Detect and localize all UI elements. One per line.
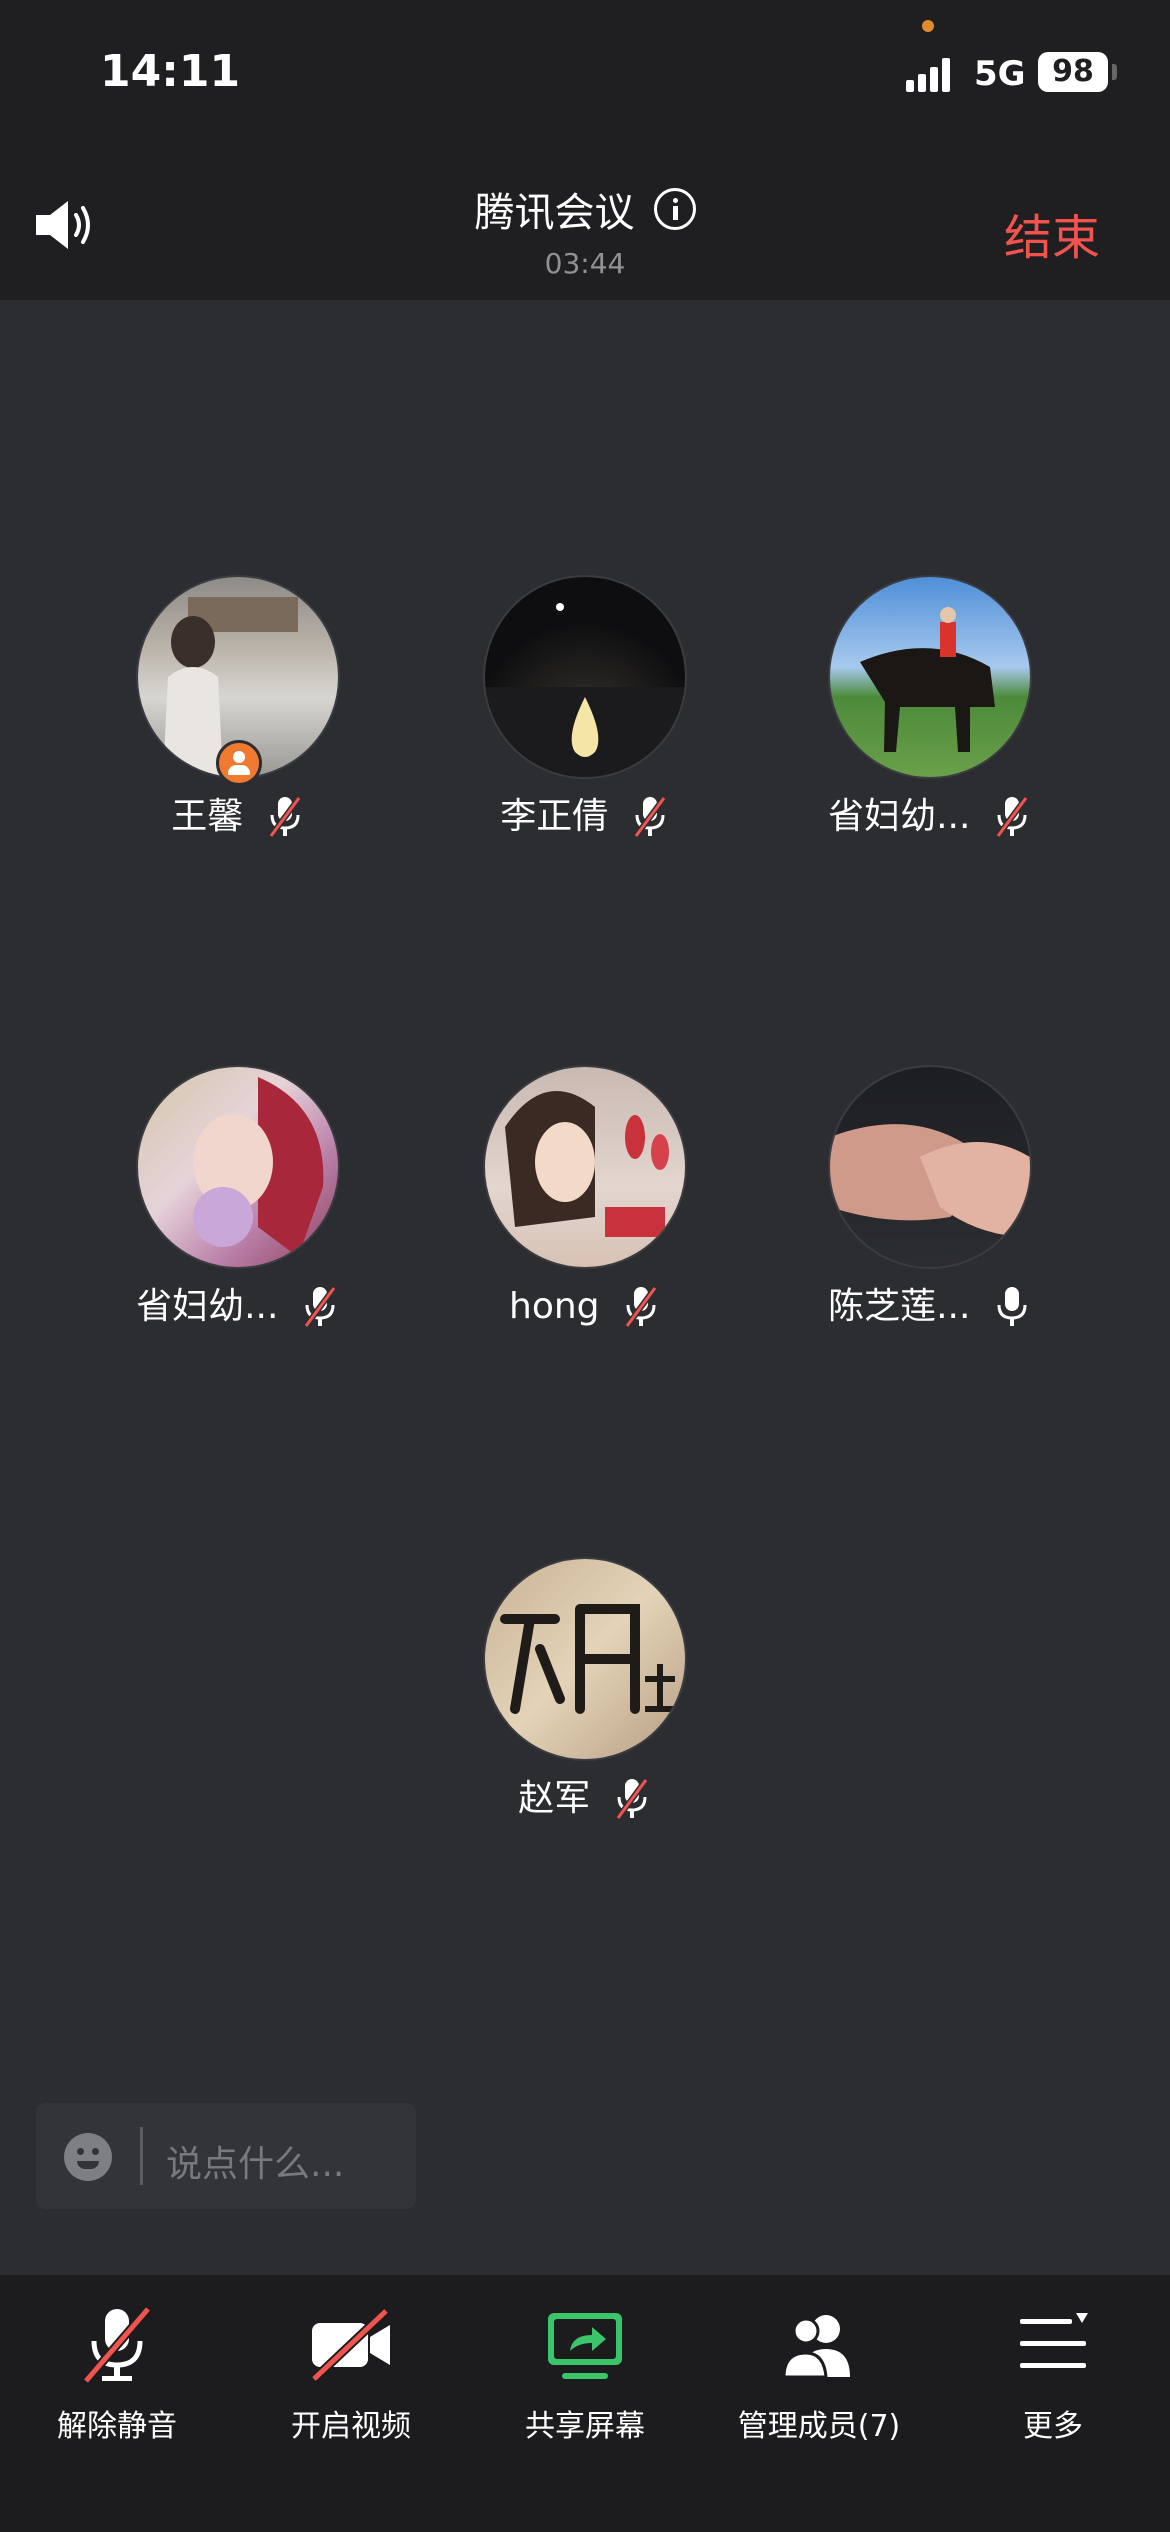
status-bar: 14:11 5G 98 <box>0 0 1170 140</box>
meeting-title-area: 腾讯会议 <box>0 180 1170 238</box>
mic-icon <box>997 1287 1027 1326</box>
participant-name: hong <box>509 1286 600 1327</box>
privacy-indicator-dot <box>922 20 934 32</box>
host-badge-icon <box>216 740 262 786</box>
participant-name-row: 陈芝莲... <box>750 1281 1110 1332</box>
mic-muted-icon <box>303 1286 337 1328</box>
avatar <box>483 1065 687 1269</box>
signal-strength-icon <box>906 58 960 92</box>
unmute-button[interactable]: 解除静音 <box>0 2305 234 2445</box>
participant-name: 陈芝莲... <box>828 1286 971 1327</box>
manage-members-button[interactable]: 管理成员(7) <box>702 2305 936 2445</box>
participant-tile[interactable]: 陈芝莲... <box>750 1065 1110 1332</box>
more-button[interactable]: 更多 <box>936 2305 1170 2445</box>
share-screen-button[interactable]: 共享屏幕 <box>468 2305 702 2445</box>
emoji-icon[interactable] <box>64 2133 112 2181</box>
chat-input[interactable]: 说点什么... <box>36 2103 416 2209</box>
mic-muted-icon <box>615 1778 649 1820</box>
avatar <box>828 1065 1032 1269</box>
participant-name-row: 省妇幼... <box>750 791 1110 842</box>
meeting-header: 腾讯会议 03:44 结束 <box>0 140 1170 300</box>
avatar <box>483 1557 687 1761</box>
members-label: 管理成员(7) <box>737 2409 901 2444</box>
battery-icon: 98 <box>1038 52 1108 92</box>
chat-divider <box>140 2127 143 2185</box>
participant-name-row: 赵军 <box>405 1773 765 1824</box>
battery-tip <box>1112 64 1117 80</box>
participant-name-row: hong <box>405 1281 765 1332</box>
participant-name-row: 李正倩 <box>405 791 765 842</box>
more-menu-icon <box>1020 2313 1088 2368</box>
share-label: 共享屏幕 <box>525 2409 645 2444</box>
status-time: 14:11 <box>100 46 241 97</box>
participant-name: 赵军 <box>518 1778 591 1819</box>
participant-name: 王馨 <box>171 796 244 837</box>
participant-tile[interactable]: 省妇幼... <box>58 1065 418 1332</box>
participant-name-row: 王馨 <box>58 791 418 842</box>
meeting-title: 腾讯会议 <box>474 190 635 236</box>
video-label: 开启视频 <box>291 2409 411 2444</box>
info-icon[interactable] <box>653 188 696 230</box>
participant-tile[interactable]: 赵军 <box>405 1557 765 1824</box>
participant-name: 李正倩 <box>500 796 609 837</box>
participant-name: 省妇幼... <box>828 796 971 837</box>
mic-muted-icon <box>268 796 302 838</box>
mic-muted-icon <box>633 796 667 838</box>
avatar <box>136 1065 340 1269</box>
avatar <box>828 575 1032 779</box>
participant-tile[interactable]: 省妇幼... <box>750 575 1110 842</box>
chat-placeholder[interactable]: 说点什么... <box>166 2135 344 2187</box>
participant-name: 省妇幼... <box>136 1286 279 1327</box>
mic-muted-icon <box>82 2306 152 2384</box>
end-meeting-button[interactable]: 结束 <box>1004 198 1100 268</box>
participant-name-row: 省妇幼... <box>58 1281 418 1332</box>
avatar <box>483 575 687 779</box>
more-label: 更多 <box>1023 2409 1083 2444</box>
members-icon <box>782 2315 850 2379</box>
video-button[interactable]: 开启视频 <box>234 2305 468 2445</box>
video-off-icon <box>310 2307 390 2383</box>
meeting-timer: 03:44 <box>544 247 626 280</box>
bottom-toolbar: 解除静音 开启视频 共享屏幕 管理成员(7) 更多 <box>0 2275 1170 2532</box>
participant-tile[interactable]: 王馨 <box>58 575 418 842</box>
share-screen-icon <box>548 2313 622 2379</box>
participant-tile[interactable]: 李正倩 <box>405 575 765 842</box>
network-type: 5G <box>974 54 1026 94</box>
participant-tile[interactable]: hong <box>405 1065 765 1332</box>
mic-muted-icon <box>624 1286 658 1328</box>
unmute-label: 解除静音 <box>57 2409 177 2444</box>
mic-muted-icon <box>995 796 1029 838</box>
